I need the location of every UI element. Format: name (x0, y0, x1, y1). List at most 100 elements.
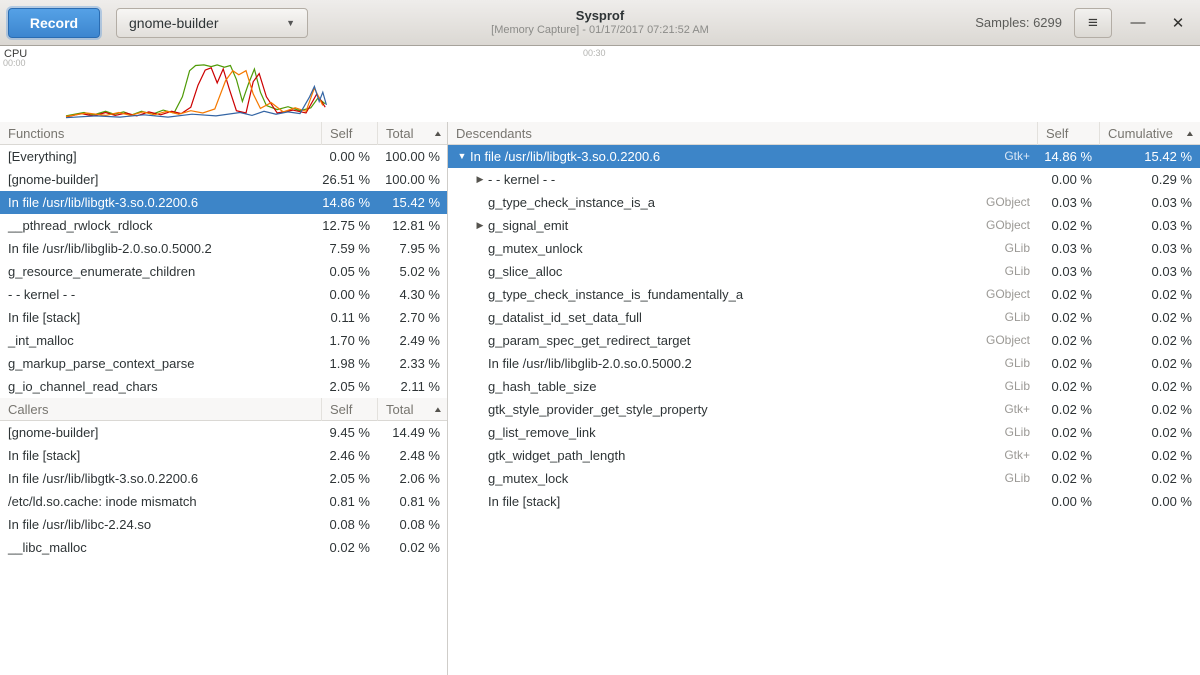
function-name: g_resource_enumerate_children (0, 260, 322, 283)
descendants-table-header: Descendants Self Cumulative ▲ (448, 122, 1200, 145)
record-button[interactable]: Record (8, 8, 100, 38)
table-row[interactable]: [gnome-builder]26.51 %100.00 % (0, 168, 447, 191)
expander-closed-icon[interactable]: ▶ (472, 214, 488, 237)
timeline-tick-mid: 00:30 (583, 48, 606, 58)
expander-closed-icon[interactable]: ▶ (472, 168, 488, 191)
table-row[interactable]: gtk_widget_path_lengthGtk+0.02 %0.02 % (448, 444, 1200, 467)
table-row[interactable]: In file /usr/lib/libglib-2.0.so.0.5000.2… (448, 352, 1200, 375)
table-row[interactable]: g_resource_enumerate_children0.05 %5.02 … (0, 260, 447, 283)
table-row[interactable]: [Everything]0.00 %100.00 % (0, 145, 447, 168)
self-percent: 12.75 % (322, 214, 378, 237)
total-percent: 5.02 % (378, 260, 448, 283)
library-tag: Gtk+ (1004, 145, 1038, 168)
self-percent: 0.05 % (322, 260, 378, 283)
cumulative-percent: 0.02 % (1100, 398, 1200, 421)
table-row[interactable]: _int_malloc1.70 %2.49 % (0, 329, 447, 352)
capture-subtitle: [Memory Capture] - 01/17/2017 07:21:52 A… (491, 24, 709, 38)
function-name: - - kernel - - (488, 168, 555, 191)
self-percent: 0.02 % (1038, 306, 1100, 329)
minimize-button[interactable]: — (1124, 9, 1152, 37)
table-row[interactable]: __libc_malloc0.02 %0.02 % (0, 536, 447, 559)
table-row[interactable]: g_mutex_lockGLib0.02 %0.02 % (448, 467, 1200, 490)
function-name: g_type_check_instance_is_fundamentally_a (488, 283, 743, 306)
table-row[interactable]: In file /usr/lib/libc-2.24.so0.08 %0.08 … (0, 513, 447, 536)
function-name: In file /usr/lib/libglib-2.0.so.0.5000.2 (488, 352, 692, 375)
self-percent: 14.86 % (1038, 145, 1100, 168)
sort-ascending-icon: ▲ (433, 123, 443, 145)
table-row[interactable]: g_slice_allocGLib0.03 %0.03 % (448, 260, 1200, 283)
table-row[interactable]: g_hash_table_sizeGLib0.02 %0.02 % (448, 375, 1200, 398)
total-column-header[interactable]: Total ▲ (378, 398, 448, 421)
table-row[interactable]: g_type_check_instance_is_fundamentally_a… (448, 283, 1200, 306)
cumulative-percent: 0.02 % (1100, 283, 1200, 306)
table-row[interactable]: /etc/ld.so.cache: inode mismatch0.81 %0.… (0, 490, 447, 513)
function-name: _int_malloc (0, 329, 322, 352)
descendant-name-cell: g_mutex_unlockGLib (448, 237, 1038, 260)
function-name: In file [stack] (0, 306, 322, 329)
cpu-timeline[interactable]: CPU 00:00 00:30 (0, 46, 1200, 122)
self-percent: 0.00 % (1038, 168, 1100, 191)
cumulative-percent: 0.02 % (1100, 306, 1200, 329)
descendants-column-header[interactable]: Descendants (448, 122, 1038, 145)
total-percent: 2.48 % (378, 444, 448, 467)
descendant-name-cell: g_type_check_instance_is_fundamentally_a… (448, 283, 1038, 306)
table-row[interactable]: g_list_remove_linkGLib0.02 %0.02 % (448, 421, 1200, 444)
descendant-name-cell: gtk_style_provider_get_style_propertyGtk… (448, 398, 1038, 421)
table-row[interactable]: __pthread_rwlock_rdlock12.75 %12.81 % (0, 214, 447, 237)
descendant-name-cell: g_list_remove_linkGLib (448, 421, 1038, 444)
table-row[interactable]: g_param_spec_get_redirect_targetGObject0… (448, 329, 1200, 352)
table-row[interactable]: ▶g_signal_emitGObject0.02 %0.03 % (448, 214, 1200, 237)
descendant-name-cell: g_mutex_lockGLib (448, 467, 1038, 490)
table-row[interactable]: In file /usr/lib/libglib-2.0.so.0.5000.2… (0, 237, 447, 260)
table-row[interactable]: g_markup_parse_context_parse1.98 %2.33 % (0, 352, 447, 375)
descendant-name-cell: ▶g_signal_emitGObject (448, 214, 1038, 237)
expander-open-icon[interactable]: ▼ (454, 145, 470, 168)
table-row[interactable]: g_mutex_unlockGLib0.03 %0.03 % (448, 237, 1200, 260)
table-row[interactable]: g_datalist_id_set_data_fullGLib0.02 %0.0… (448, 306, 1200, 329)
functions-table-body: [Everything]0.00 %100.00 %[gnome-builder… (0, 145, 447, 398)
cumulative-percent: 0.02 % (1100, 467, 1200, 490)
library-tag: GObject (986, 329, 1038, 352)
table-row[interactable]: - - kernel - -0.00 %4.30 % (0, 283, 447, 306)
self-column-header[interactable]: Self (322, 122, 378, 145)
descendant-name-cell: g_datalist_id_set_data_fullGLib (448, 306, 1038, 329)
table-row[interactable]: In file [stack]0.11 %2.70 % (0, 306, 447, 329)
table-row[interactable]: In file [stack]2.46 %2.48 % (0, 444, 447, 467)
function-name: __libc_malloc (0, 536, 322, 559)
table-row[interactable]: [gnome-builder]9.45 %14.49 % (0, 421, 447, 444)
functions-column-header[interactable]: Functions (0, 122, 322, 145)
table-row[interactable]: In file [stack]0.00 %0.00 % (448, 490, 1200, 513)
descendant-name-cell: ▼In file /usr/lib/libgtk-3.so.0.2200.6Gt… (448, 145, 1038, 168)
self-column-header[interactable]: Self (322, 398, 378, 421)
total-percent: 2.33 % (378, 352, 448, 375)
table-row[interactable]: ▶- - kernel - -0.00 %0.29 % (448, 168, 1200, 191)
cumulative-percent: 0.29 % (1100, 168, 1200, 191)
table-row[interactable]: In file /usr/lib/libgtk-3.so.0.2200.62.0… (0, 467, 447, 490)
table-row[interactable]: In file /usr/lib/libgtk-3.so.0.2200.614.… (0, 191, 447, 214)
callers-column-header[interactable]: Callers (0, 398, 322, 421)
function-name: g_datalist_id_set_data_full (488, 306, 642, 329)
descendant-name-cell: gtk_widget_path_lengthGtk+ (448, 444, 1038, 467)
cumulative-column-header[interactable]: Cumulative ▲ (1100, 122, 1200, 145)
function-name: g_slice_alloc (488, 260, 562, 283)
cumulative-percent: 0.02 % (1100, 375, 1200, 398)
table-row[interactable]: g_io_channel_read_chars2.05 %2.11 % (0, 375, 447, 398)
function-name: In file /usr/lib/libc-2.24.so (0, 513, 322, 536)
process-selector-dropdown[interactable]: gnome-builder ▼ (116, 8, 308, 38)
self-percent: 0.00 % (322, 283, 378, 306)
table-row[interactable]: ▼In file /usr/lib/libgtk-3.so.0.2200.6Gt… (448, 145, 1200, 168)
header-bar: Record gnome-builder ▼ Sysprof [Memory C… (0, 0, 1200, 46)
descendant-name-cell: ▶- - kernel - - (448, 168, 1038, 191)
library-tag: Gtk+ (1004, 444, 1038, 467)
close-button[interactable]: ✕ (1164, 9, 1192, 37)
descendant-name-cell: In file /usr/lib/libglib-2.0.so.0.5000.2… (448, 352, 1038, 375)
total-column-header[interactable]: Total ▲ (378, 122, 448, 145)
menu-button[interactable]: ≡ (1074, 8, 1112, 38)
sort-ascending-icon: ▲ (433, 399, 443, 421)
table-row[interactable]: gtk_style_provider_get_style_propertyGtk… (448, 398, 1200, 421)
self-column-header[interactable]: Self (1038, 122, 1100, 145)
function-name: g_markup_parse_context_parse (0, 352, 322, 375)
table-row[interactable]: g_type_check_instance_is_aGObject0.03 %0… (448, 191, 1200, 214)
total-percent: 14.49 % (378, 421, 448, 444)
total-percent: 15.42 % (378, 191, 448, 214)
